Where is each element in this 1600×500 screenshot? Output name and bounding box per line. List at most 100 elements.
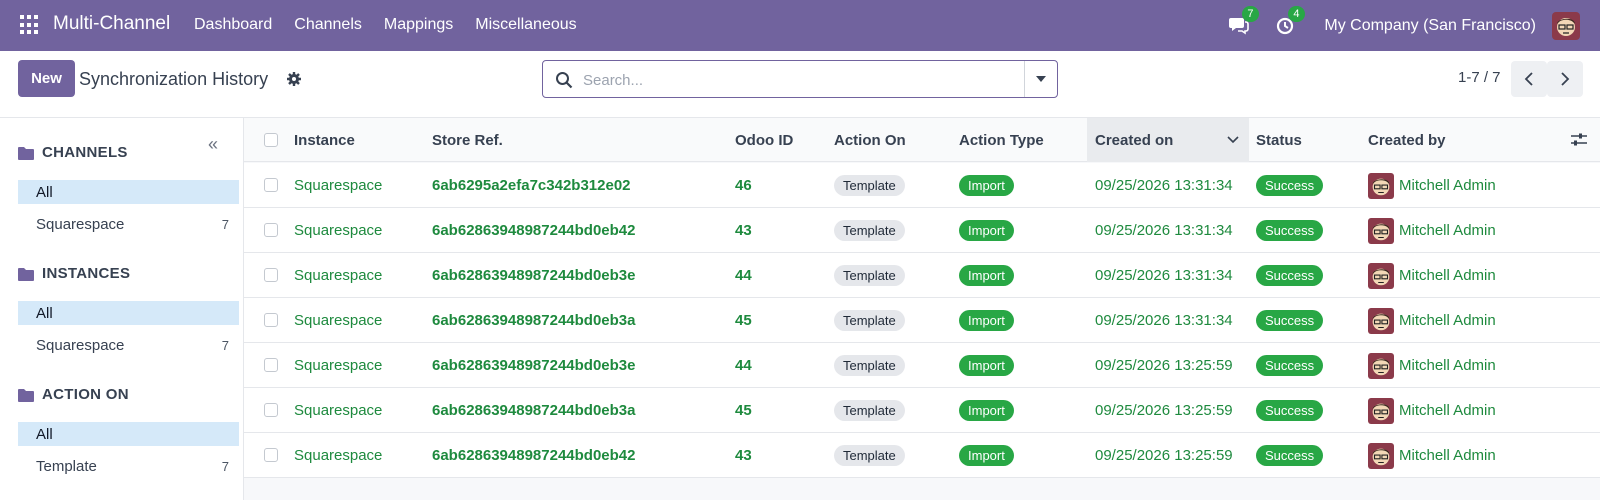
cell-store-ref: 6ab6295a2efa7c342b312e02 xyxy=(432,177,631,194)
table-row[interactable]: Squarespace 6ab62863948987244bd0eb3a 45 Tem… xyxy=(244,298,1600,343)
action-on-badge: Template xyxy=(834,355,905,376)
row-checkbox[interactable] xyxy=(264,178,278,192)
chevron-left-icon xyxy=(1524,72,1533,86)
cell-status: Success xyxy=(1256,433,1324,478)
messages-badge: 7 xyxy=(1242,5,1259,22)
status-badge: Success xyxy=(1256,175,1324,196)
chat-icon[interactable]: 7 xyxy=(1228,5,1259,38)
column-header-action-on[interactable]: Action On xyxy=(834,118,944,162)
cell-instance: Squarespace xyxy=(294,177,383,194)
table-row[interactable]: Squarespace 6ab62863948987244bd0eb3a 45 Tem… xyxy=(244,388,1600,433)
search-options-toggle[interactable] xyxy=(1024,61,1057,97)
filter-action-on-all[interactable]: All xyxy=(18,422,239,446)
settings-sliders-icon[interactable] xyxy=(1570,131,1588,149)
cell-action-on: Template xyxy=(834,163,905,208)
cell-action-on: Template xyxy=(834,433,905,478)
filter-label: All xyxy=(36,425,53,443)
filter-count: 7 xyxy=(221,458,229,474)
action-type-badge: Import xyxy=(959,445,1014,466)
user-avatar[interactable] xyxy=(1552,11,1580,40)
avatar xyxy=(1368,172,1394,199)
cell-created-by: Mitchell Admin xyxy=(1368,388,1496,433)
column-header-odoo-id[interactable]: Odoo ID xyxy=(735,118,825,162)
collapse-icon[interactable]: « xyxy=(208,134,218,155)
cell-status: Success xyxy=(1256,388,1324,433)
chevron-right-icon xyxy=(1561,72,1570,86)
new-button[interactable]: New xyxy=(18,60,75,97)
row-checkbox[interactable] xyxy=(264,403,278,417)
cell-action-on: Template xyxy=(834,388,905,433)
list-view: Instance Store Ref. Odoo ID Action On Ac… xyxy=(244,118,1600,500)
filter-instance-all[interactable]: All xyxy=(18,301,239,325)
table-row[interactable]: Squarespace 6ab6295a2efa7c342b312e02 46 Tem… xyxy=(244,163,1600,208)
gear-icon[interactable] xyxy=(286,71,302,87)
row-checkbox[interactable] xyxy=(264,268,278,282)
column-header-store-ref[interactable]: Store Ref. xyxy=(432,118,722,162)
filter-channel-all[interactable]: All xyxy=(18,180,239,204)
filter-sidebar: « CHANNELS All Squarespace 7 INSTANCES A… xyxy=(0,118,244,500)
activity-icon[interactable]: 4 xyxy=(1274,5,1305,38)
sort-down-icon xyxy=(1227,136,1239,144)
column-header-created-on[interactable]: Created on xyxy=(1087,118,1249,162)
created-by-name: Mitchell Admin xyxy=(1399,222,1496,239)
company-switcher[interactable]: My Company (San Francisco) xyxy=(1324,17,1536,35)
pager-previous-button[interactable] xyxy=(1511,61,1547,97)
table-row[interactable]: Squarespace 6ab62863948987244bd0eb42 43 Tem… xyxy=(244,433,1600,478)
action-on-badge: Template xyxy=(834,175,905,196)
app-brand[interactable]: Multi-Channel xyxy=(53,13,170,35)
cell-created-on: 09/25/2026 13:31:34 xyxy=(1095,177,1233,194)
cell-created-by: Mitchell Admin xyxy=(1368,208,1496,253)
row-checkbox[interactable] xyxy=(264,358,278,372)
filter-label: Squarespace xyxy=(36,215,125,233)
cell-created-on: 09/25/2026 13:25:59 xyxy=(1095,357,1233,374)
status-badge: Success xyxy=(1256,400,1324,421)
filter-action-on-template[interactable]: Template 7 xyxy=(18,454,239,478)
filter-label: All xyxy=(36,183,53,201)
column-header-action-type[interactable]: Action Type xyxy=(959,118,1069,162)
filter-label: Template xyxy=(36,457,97,475)
cell-instance: Squarespace xyxy=(294,357,383,374)
cell-instance: Squarespace xyxy=(294,447,383,464)
cell-created-on: 09/25/2026 13:25:59 xyxy=(1095,402,1233,419)
column-header-status[interactable]: Status xyxy=(1256,118,1356,162)
cell-action-type: Import xyxy=(959,253,1014,298)
folder-icon xyxy=(18,146,34,160)
section-title: ACTION ON xyxy=(42,386,129,403)
cell-created-on: 09/25/2026 13:31:34 xyxy=(1095,222,1233,239)
action-type-badge: Import xyxy=(959,355,1014,376)
column-header-created-by[interactable]: Created by xyxy=(1368,118,1548,162)
menu-channels[interactable]: Channels xyxy=(294,16,362,34)
apps-icon[interactable] xyxy=(20,15,40,35)
cell-created-by: Mitchell Admin xyxy=(1368,163,1496,208)
menu-mappings[interactable]: Mappings xyxy=(384,16,453,34)
table-row[interactable]: Squarespace 6ab62863948987244bd0eb42 43 Tem… xyxy=(244,208,1600,253)
pager-value[interactable]: 1-7 / 7 xyxy=(1458,69,1501,86)
row-checkbox[interactable] xyxy=(264,223,278,237)
cell-instance: Squarespace xyxy=(294,312,383,329)
cell-store-ref: 6ab62863948987244bd0eb42 xyxy=(432,222,636,239)
pager-next-button[interactable] xyxy=(1547,61,1583,97)
filter-channel-squarespace[interactable]: Squarespace 7 xyxy=(18,212,239,236)
created-by-name: Mitchell Admin xyxy=(1399,357,1496,374)
row-checkbox[interactable] xyxy=(264,448,278,462)
menu-dashboard[interactable]: Dashboard xyxy=(194,16,272,34)
section-title: CHANNELS xyxy=(42,144,128,161)
filter-instance-squarespace[interactable]: Squarespace 7 xyxy=(18,333,239,357)
row-checkbox[interactable] xyxy=(264,313,278,327)
cell-store-ref: 6ab62863948987244bd0eb42 xyxy=(432,447,636,464)
select-all-checkbox[interactable] xyxy=(264,133,278,147)
cell-action-on: Template xyxy=(834,298,905,343)
table-header: Instance Store Ref. Odoo ID Action On Ac… xyxy=(244,118,1600,162)
cell-created-by: Mitchell Admin xyxy=(1368,298,1496,343)
search-input[interactable] xyxy=(583,67,1003,93)
activities-badge: 4 xyxy=(1288,5,1305,22)
avatar xyxy=(1368,442,1394,469)
cell-status: Success xyxy=(1256,298,1324,343)
menu-miscellaneous[interactable]: Miscellaneous xyxy=(475,16,576,34)
table-row[interactable]: Squarespace 6ab62863948987244bd0eb3e 44 Tem… xyxy=(244,253,1600,298)
filter-label: All xyxy=(36,304,53,322)
cell-odoo-id: 44 xyxy=(735,267,752,284)
table-row[interactable]: Squarespace 6ab62863948987244bd0eb3e 44 Tem… xyxy=(244,343,1600,388)
cell-status: Success xyxy=(1256,208,1324,253)
column-header-instance[interactable]: Instance xyxy=(294,118,424,162)
